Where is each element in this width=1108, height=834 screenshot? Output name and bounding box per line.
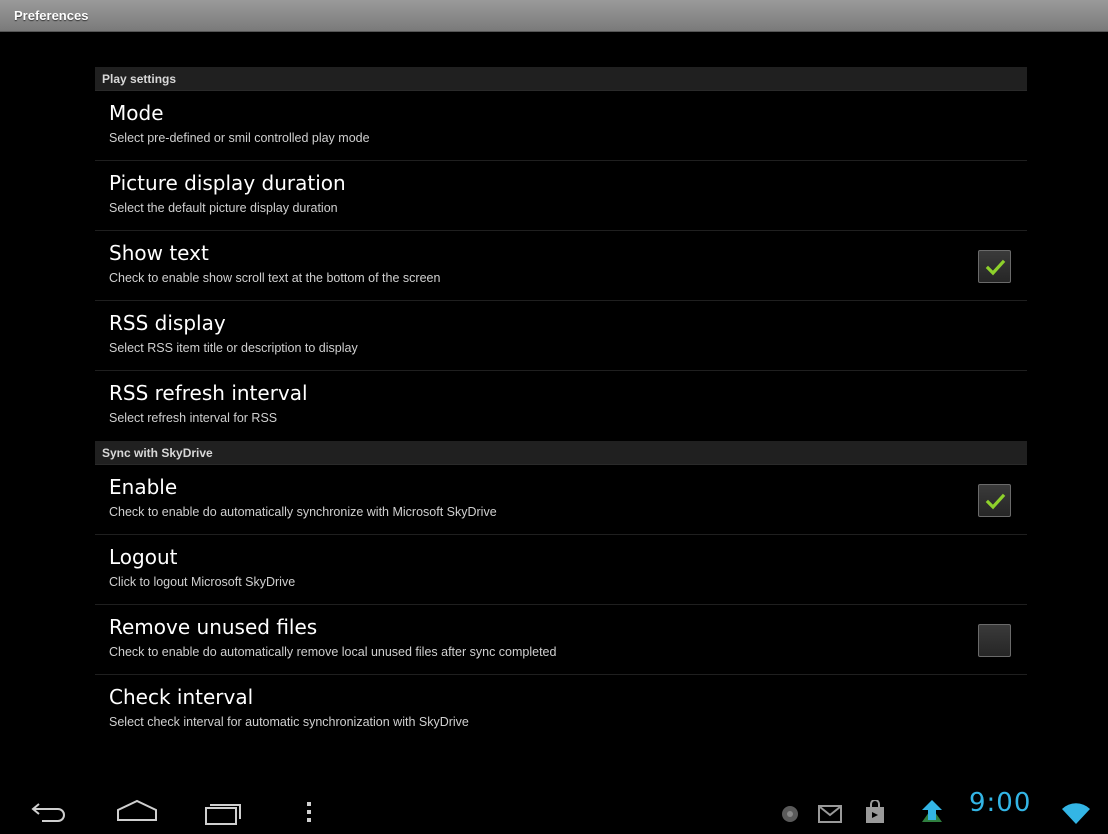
- upload-icon[interactable]: [918, 798, 948, 832]
- pref-summary: Select RSS item title or description to …: [109, 341, 358, 355]
- enable-checkbox[interactable]: [978, 484, 1011, 517]
- pref-title: Enable: [109, 475, 178, 499]
- pref-mode[interactable]: Mode Select pre-defined or smil controll…: [95, 91, 1027, 161]
- pref-rss-refresh-interval[interactable]: RSS refresh interval Select refresh inte…: [95, 371, 1027, 441]
- title-bar: Preferences: [0, 0, 1108, 32]
- menu-button[interactable]: [304, 800, 314, 828]
- pref-rss-display[interactable]: RSS display Select RSS item title or des…: [95, 301, 1027, 371]
- pref-summary: Check to enable do automatically remove …: [109, 645, 557, 659]
- pref-title: Check interval: [109, 685, 254, 709]
- pref-summary: Select check interval for automatic sync…: [109, 715, 469, 729]
- preference-list: Play settings Mode Select pre-defined or…: [95, 67, 1027, 745]
- remove-unused-files-checkbox[interactable]: [978, 624, 1011, 657]
- category-sync-with-skydrive: Sync with SkyDrive: [95, 441, 1027, 465]
- pref-title: Picture display duration: [109, 171, 346, 195]
- checkmark-icon: [985, 493, 1006, 510]
- back-button[interactable]: [30, 800, 70, 826]
- show-text-checkbox[interactable]: [978, 250, 1011, 283]
- window-title: Preferences: [14, 8, 89, 23]
- pref-summary: Select pre-defined or smil controlled pl…: [109, 131, 370, 145]
- pref-logout[interactable]: Logout Click to logout Microsoft SkyDriv…: [95, 535, 1027, 605]
- pref-check-interval[interactable]: Check interval Select check interval for…: [95, 675, 1027, 745]
- clock: 9:00: [969, 788, 1032, 818]
- checkmark-icon: [985, 259, 1006, 276]
- category-play-settings: Play settings: [95, 67, 1027, 91]
- market-icon[interactable]: [864, 799, 886, 828]
- recent-apps-button[interactable]: [203, 798, 243, 830]
- pref-picture-display-duration[interactable]: Picture display duration Select the defa…: [95, 161, 1027, 231]
- pref-title: RSS display: [109, 311, 226, 335]
- pref-title: Logout: [109, 545, 178, 569]
- pref-title: RSS refresh interval: [109, 381, 308, 405]
- menu-icon: [307, 802, 311, 822]
- pref-title: Mode: [109, 101, 164, 125]
- pref-title: Show text: [109, 241, 209, 265]
- pref-show-text[interactable]: Show text Check to enable show scroll te…: [95, 231, 1027, 301]
- pref-summary: Select refresh interval for RSS: [109, 411, 278, 425]
- pref-title: Remove unused files: [109, 615, 318, 639]
- pref-summary: Select the default picture display durat…: [109, 201, 338, 215]
- pref-summary: Click to logout Microsoft SkyDrive: [109, 575, 296, 589]
- wifi-icon: [1060, 800, 1092, 830]
- pref-remove-unused-files[interactable]: Remove unused files Check to enable do a…: [95, 605, 1027, 675]
- back-icon: [31, 803, 65, 822]
- recent-apps-icon: [205, 804, 241, 825]
- gmail-icon[interactable]: [818, 805, 842, 827]
- system-navigation-bar: 9:00: [0, 774, 1108, 834]
- pref-summary: Check to enable do automatically synchro…: [109, 505, 497, 519]
- pref-summary: Check to enable show scroll text at the …: [109, 271, 441, 285]
- notification-dot-icon[interactable]: [780, 804, 800, 828]
- home-button[interactable]: [115, 798, 159, 826]
- home-icon: [117, 799, 157, 821]
- pref-enable[interactable]: Enable Check to enable do automatically …: [95, 465, 1027, 535]
